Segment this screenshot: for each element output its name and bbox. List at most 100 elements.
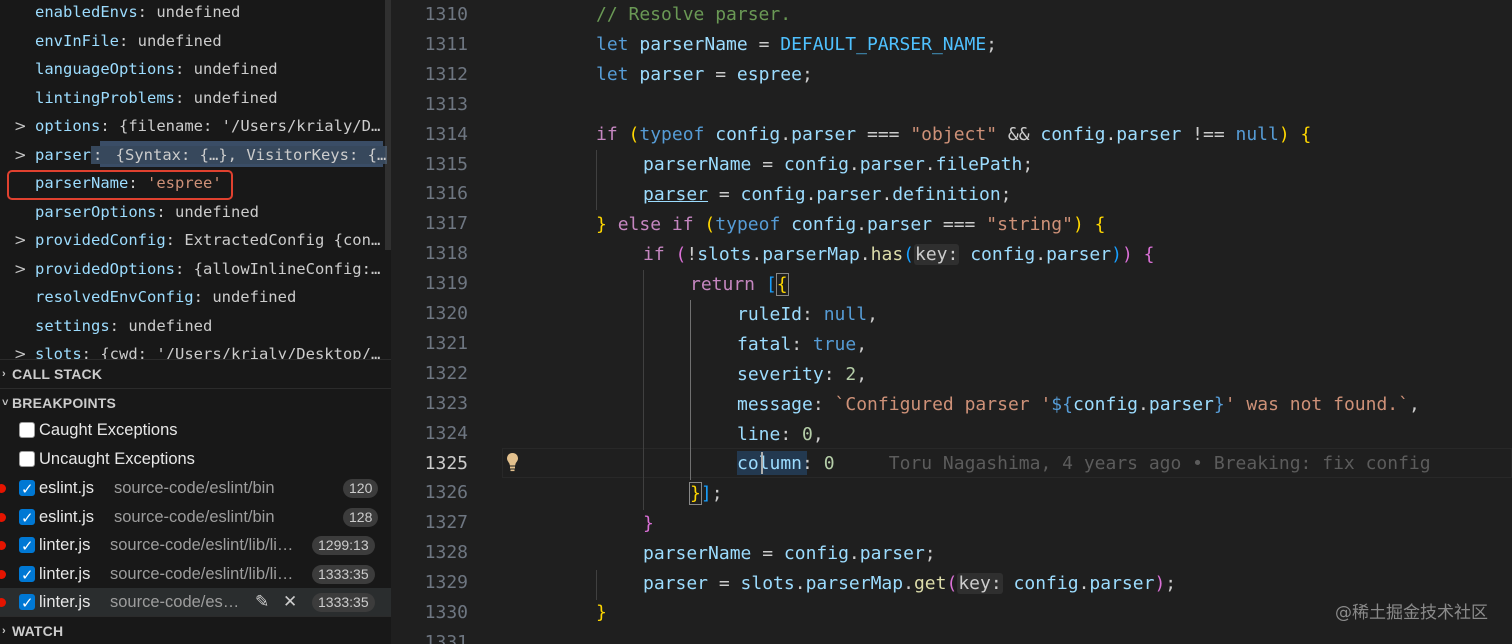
caught-exceptions-label: Caught Exceptions (39, 421, 178, 439)
lightbulb-icon[interactable] (506, 452, 519, 474)
line-number[interactable]: 1311 (391, 30, 468, 60)
variable-settings[interactable]: settings: undefined (0, 312, 391, 340)
keyword: typeof (639, 124, 705, 145)
identifier: config (715, 124, 781, 145)
line-number[interactable]: 1312 (391, 60, 468, 90)
line-number[interactable]: 1314 (391, 120, 468, 150)
chevron-right-icon[interactable]: > (14, 112, 28, 140)
line-number[interactable]: 1318 (391, 239, 468, 269)
variable-resolvedEnvConfig[interactable]: resolvedEnvConfig: undefined (0, 283, 391, 311)
line-number[interactable]: 1316 (391, 179, 468, 209)
inlay-hint: key: (957, 573, 1003, 594)
variable-name: providedConfig (35, 231, 166, 249)
breakpoint-line-badge: 128 (343, 507, 379, 527)
breakpoint-row[interactable]: eslint.js source-code/eslint/bin 120 (0, 474, 391, 503)
variable-languageOptions[interactable]: languageOptions: undefined (0, 55, 391, 83)
line-number[interactable]: 1327 (391, 508, 468, 538)
chevron-right-icon[interactable]: > (14, 255, 28, 283)
number: 2 (845, 364, 857, 385)
breakpoint-checkbox[interactable] (19, 561, 35, 589)
variable-name: providedOptions (35, 259, 175, 278)
variable-name: enabledEnvs (35, 3, 138, 21)
variable-enabledEnvs[interactable]: enabledEnvs: undefined (0, 0, 391, 26)
line-number[interactable]: 1315 (391, 150, 468, 180)
uncaught-exceptions-checkbox[interactable] (19, 451, 35, 467)
line-number[interactable]: 1329 (391, 568, 468, 598)
breakpoint-row[interactable]: eslint.js source-code/eslint/bin 128 (0, 503, 391, 532)
breakpoint-row[interactable]: linter.js source-code/eslint/lib/li… 1299:… (0, 531, 391, 560)
code-line-1319: return [{ (690, 273, 789, 296)
variable-value: {Syntax: {…}, VisitorKeys: {…},… (113, 145, 387, 164)
line-number[interactable]: 1317 (391, 209, 468, 239)
variable-name: envInFile (35, 31, 119, 50)
variable-name: slots (35, 345, 82, 359)
breakpoint-checkbox[interactable] (19, 504, 35, 532)
watch-section-header[interactable]: › WATCH (0, 616, 391, 644)
code-line-1325: column: 0 Toru Nagashima, 4 years ago • … (737, 453, 1431, 474)
breakpoints-section-header[interactable]: ˅ BREAKPOINTS (0, 388, 391, 416)
line-number[interactable]: 1310 (391, 0, 468, 30)
uncaught-exceptions-row[interactable]: Uncaught Exceptions (0, 445, 391, 474)
chevron-right-icon[interactable]: > (14, 340, 28, 359)
variable-value: undefined (193, 60, 278, 78)
identifier: parser (859, 154, 925, 175)
line-number[interactable]: 1319 (391, 269, 468, 299)
variable-providedConfig[interactable]: >providedConfig: ExtractedConfig {config… (0, 226, 391, 254)
code-editor[interactable]: 1310 1311 1312 1313 1314 1315 1316 1317 1318 1319… (391, 0, 1512, 644)
line-number[interactable]: 1313 (391, 90, 468, 120)
line-number[interactable]: 1326 (391, 478, 468, 508)
code-line-1330: } (596, 602, 607, 623)
template-string: `Configured parser ' (834, 394, 1052, 415)
identifier: ruleId (737, 304, 803, 325)
breakpoint-file: linter.js (39, 593, 91, 612)
variable-lintingProblems[interactable]: lintingProblems: undefined (0, 84, 391, 112)
breakpoint-path: source-code/es… (110, 593, 240, 612)
code-line-1312: let parser = espree; (596, 64, 813, 85)
code-line-1323: message: `Configured parser '${config.pa… (737, 394, 1420, 415)
variable-name: languageOptions (35, 60, 175, 78)
identifier: fatal (737, 334, 792, 355)
breakpoint-checkbox[interactable] (19, 475, 35, 503)
chevron-right-icon[interactable]: > (14, 141, 28, 169)
remove-breakpoint-close-icon[interactable]: ✕ (283, 588, 297, 616)
line-number[interactable]: 1324 (391, 419, 468, 449)
breakpoint-row[interactable]: linter.js source-code/es… ✎ ✕ 1333:35 (0, 588, 391, 617)
string: "string" (986, 214, 1073, 235)
line-number[interactable]: 1321 (391, 329, 468, 359)
code-line-1310: // Resolve parser. (596, 0, 791, 30)
call-stack-section-header[interactable]: › CALL STACK (0, 359, 391, 387)
breakpoint-line-badge: 1299:13 (312, 536, 375, 556)
caught-exceptions-row[interactable]: Caught Exceptions (0, 416, 391, 445)
variable-envInFile[interactable]: envInFile: undefined (0, 27, 391, 55)
breakpoint-row[interactable]: linter.js source-code/eslint/lib/li… 1333:… (0, 560, 391, 589)
code-line-1311: let parserName = DEFAULT_PARSER_NAME; (596, 34, 997, 55)
line-number[interactable]: 1330 (391, 598, 468, 628)
breakpoints-title: BREAKPOINTS (12, 395, 117, 411)
caught-exceptions-checkbox[interactable] (19, 422, 35, 438)
line-number[interactable]: 1322 (391, 359, 468, 389)
breakpoint-dot-icon (0, 541, 6, 551)
line-number[interactable]: 1328 (391, 538, 468, 568)
line-number[interactable]: 1323 (391, 389, 468, 419)
breakpoint-path: source-code/eslint/lib/li… (110, 536, 294, 555)
line-number[interactable]: 1320 (391, 299, 468, 329)
breakpoint-dot-icon (0, 512, 6, 522)
code-line-1328: parserName = config.parser; (643, 543, 936, 564)
chevron-right-icon[interactable]: > (14, 226, 28, 254)
variable-options[interactable]: >options: {filename: '/Users/krialy/Desk… (0, 112, 391, 140)
watermark: @稀土掘金技术社区 (1335, 603, 1488, 623)
variable-parserOptions[interactable]: parserOptions: undefined (0, 198, 391, 226)
variable-parser[interactable]: > parser: {Syntax: {…}, VisitorKeys: {…},… (0, 141, 391, 169)
code-line-1317: } else if (typeof config.parser === "str… (596, 214, 1106, 235)
identifier: slots (697, 244, 752, 265)
breakpoint-checkbox[interactable] (19, 532, 35, 560)
line-number[interactable]: 1331 (391, 628, 468, 644)
identifier: definition (892, 184, 1001, 205)
variable-slots[interactable]: > slots: {cwd: '/Users/krialy/Desktop/esl… (0, 340, 391, 359)
line-number[interactable]: 1325 (391, 449, 468, 479)
breakpoint-checkbox[interactable] (19, 589, 35, 617)
variable-providedOptions[interactable]: >providedOptions: {allowInlineConfig: tr… (0, 255, 391, 283)
variables-panel: enabledEnvs: undefined envInFile: undefin… (0, 0, 391, 359)
identifier: parser (867, 214, 933, 235)
edit-breakpoint-pencil-icon[interactable]: ✎ (255, 588, 269, 616)
